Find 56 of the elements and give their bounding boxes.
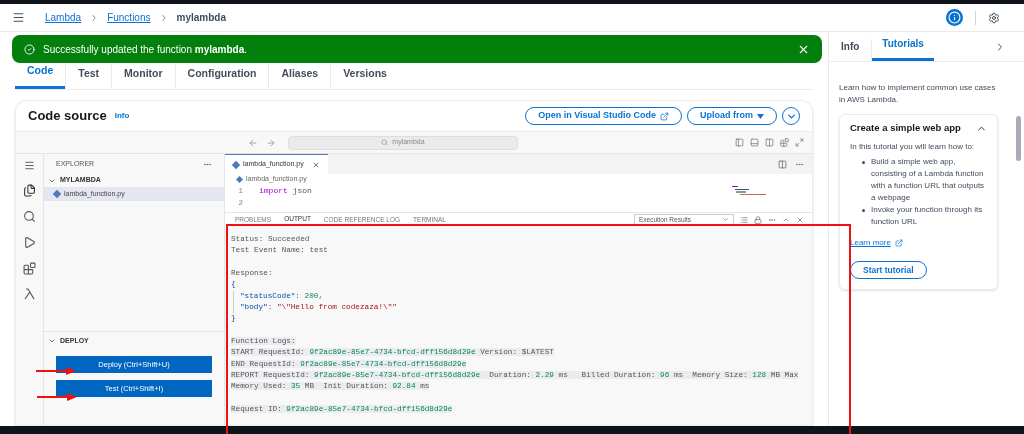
close-icon[interactable] — [311, 160, 320, 169]
external-link-icon — [894, 239, 903, 247]
run-debug-icon[interactable] — [23, 236, 36, 249]
back-arrow-icon[interactable] — [248, 137, 258, 148]
menu-icon[interactable] — [12, 11, 25, 24]
chevron-icon — [722, 216, 729, 223]
breadcrumb-current: mylambda — [176, 11, 226, 25]
tutorial-title: Create a simple web app — [850, 120, 961, 135]
forward-arrow-icon[interactable] — [266, 137, 276, 148]
split-panel-icon[interactable] — [765, 138, 774, 147]
learn-more-link[interactable]: Learn more — [850, 237, 903, 249]
code-line: import json — [259, 185, 312, 197]
info-link[interactable]: Info — [114, 110, 130, 122]
maximize-icon[interactable] — [795, 138, 804, 147]
intro-text: Learn how to implement common use cases in AWS Lambda. — [838, 82, 997, 106]
search-icon — [381, 139, 389, 146]
split-editor-icon[interactable] — [778, 159, 787, 169]
lock-icon[interactable] — [754, 215, 762, 224]
lambda-icon[interactable] — [24, 288, 35, 300]
caret-icon — [757, 113, 764, 119]
breadcrumb-link[interactable]: Lambda — [45, 10, 82, 25]
menu-icon[interactable] — [24, 160, 35, 171]
tab[interactable]: Configuration — [174, 64, 269, 89]
tutorial-lead: In this tutorial you will learn how to: — [850, 141, 976, 153]
bullet-icon — [862, 209, 865, 212]
info-icon[interactable] — [946, 9, 963, 26]
tab[interactable]: Monitor — [111, 64, 175, 89]
panel-left-icon[interactable] — [735, 138, 744, 147]
bullet-icon — [862, 161, 865, 164]
check-circle-icon — [24, 43, 35, 55]
scrollbar — [1016, 116, 1021, 161]
layout-icon[interactable] — [780, 138, 789, 147]
banner-message: Successfully updated the function mylambda. — [43, 42, 247, 57]
tab[interactable]: Versions — [330, 64, 399, 89]
arrow-annotation — [36, 367, 76, 375]
panel-tab[interactable]: Info — [841, 39, 873, 61]
tab[interactable]: Test — [65, 64, 112, 89]
extensions-icon[interactable] — [23, 262, 36, 275]
breadcrumb-link[interactable]: Functions — [107, 10, 151, 25]
line-number: 1 — [237, 185, 244, 197]
card-title: Code source — [28, 107, 107, 126]
external-link-icon — [660, 111, 669, 121]
line-number: 2 — [237, 197, 244, 209]
files-icon[interactable] — [23, 184, 36, 197]
tab[interactable]: Aliases — [268, 64, 331, 89]
tab[interactable]: Code — [15, 64, 66, 89]
chevron-icon — [48, 337, 56, 345]
arrow-annotation — [37, 393, 77, 401]
search-icon[interactable] — [23, 210, 36, 223]
settings-icon[interactable] — [988, 11, 1000, 24]
bullet-text: Build a simple web app, consisting of a Lambda function with a function URL that outputs a webpage — [871, 156, 986, 204]
close-panel-icon[interactable] — [796, 215, 804, 224]
panel-bottom-icon[interactable] — [750, 138, 759, 147]
list-icon[interactable] — [740, 215, 748, 224]
panel-tab[interactable]: Tutorials — [872, 36, 934, 61]
bullet-text: Invoke your function through its function URL — [871, 204, 984, 228]
